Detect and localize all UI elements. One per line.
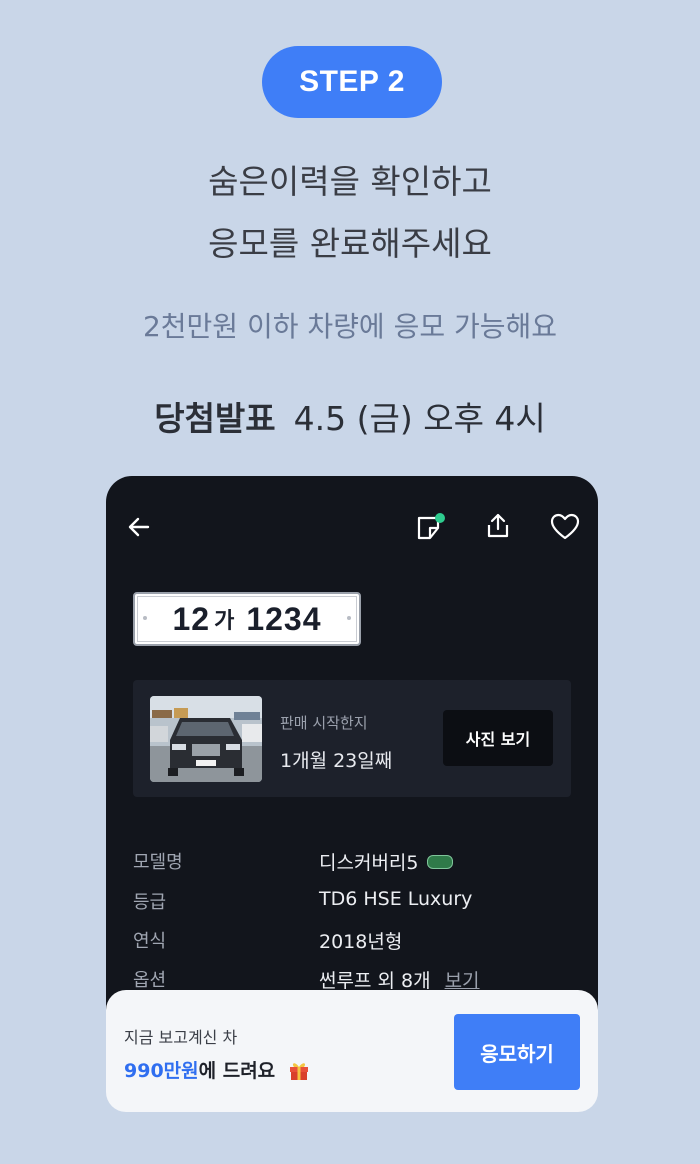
spec-row-model: 모델명 디스커버리5	[133, 848, 573, 878]
offer-suffix: 에 드려요	[198, 1060, 276, 1082]
spec-row-trim: 등급 TD6 HSE Luxury	[133, 888, 573, 918]
apply-button[interactable]: 응모하기	[454, 1014, 580, 1090]
brand-logo-icon	[426, 854, 453, 869]
cta-offer: 990만원에 드려요	[124, 1056, 310, 1083]
spec-key: 모델명	[133, 852, 183, 873]
license-plate: 12 가 1234	[133, 592, 361, 646]
share-icon[interactable]	[484, 512, 512, 540]
headline-line-1: 숨은이력을 확인하고	[208, 162, 492, 201]
announcement-label: 당첨발표	[154, 399, 276, 438]
plate-hangul: 가	[214, 608, 235, 633]
offer-price: 990만원	[124, 1060, 199, 1082]
cta-caption: 지금 보고계신 차	[124, 1028, 238, 1047]
headline-line-2: 응모를 완료해주세요	[208, 224, 492, 263]
sale-duration: 1개월 23일째	[280, 750, 393, 772]
view-photos-button[interactable]: 사진 보기	[443, 710, 553, 766]
spec-value: 디스커버리5	[319, 848, 453, 875]
heart-icon[interactable]	[550, 513, 580, 541]
view-options-link[interactable]: 보기	[445, 970, 480, 992]
spec-row-year: 연식 2018년형	[133, 927, 573, 957]
spec-key: 연식	[133, 931, 167, 952]
sale-start-label: 판매 시작한지	[280, 714, 368, 732]
spec-value: TD6 HSE Luxury	[319, 888, 473, 910]
sale-info-card: 판매 시작한지 1개월 23일째 사진 보기	[133, 680, 571, 797]
spec-key: 옵션	[133, 970, 167, 991]
subtitle: 2천만원 이하 차량에 응모 가능해요	[142, 310, 558, 343]
spec-key: 등급	[133, 892, 167, 913]
compare-icon[interactable]	[416, 512, 446, 542]
back-arrow-icon[interactable]	[126, 514, 152, 540]
gift-icon	[289, 1062, 308, 1080]
plate-digits-front: 12	[172, 600, 211, 637]
car-thumbnail[interactable]	[150, 696, 262, 782]
announcement-value: 4.5 (금) 오후 4시	[293, 399, 546, 438]
plate-digits-back: 1234	[246, 600, 322, 637]
spec-value: 썬루프 외 8개 보기	[319, 970, 480, 992]
bottom-cta-bar: 지금 보고계신 차 990만원에 드려요 응모하기	[106, 990, 598, 1112]
announcement: 당첨발표 4.5 (금) 오후 4시	[0, 392, 700, 440]
step-badge: STEP 2	[262, 46, 442, 118]
spec-value: 2018년형	[319, 931, 403, 953]
